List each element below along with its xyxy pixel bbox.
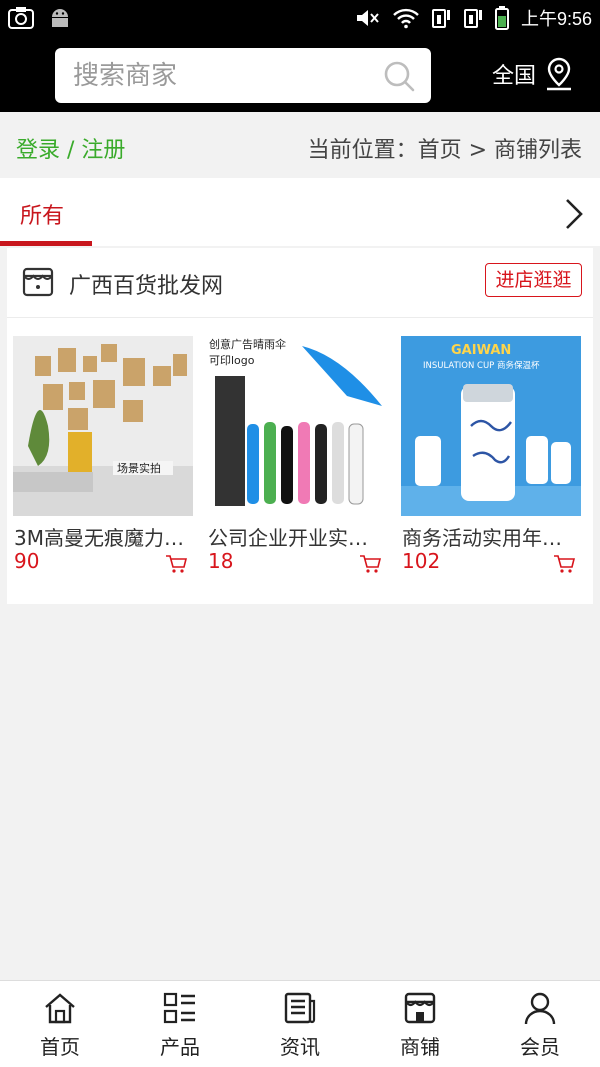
- app-header: 全国: [0, 36, 600, 112]
- svg-text:创意广告晴雨伞: 创意广告晴雨伞: [209, 337, 286, 351]
- breadcrumb: 当前位置：首页 > 商铺列表: [307, 138, 582, 163]
- nav-member[interactable]: 会员: [480, 981, 600, 1067]
- signal-icon-2: [463, 9, 482, 28]
- product-name[interactable]: 商务活动实用年会礼品: [402, 522, 580, 551]
- wifi-icon: [393, 8, 419, 29]
- product-list-icon: [163, 992, 195, 1024]
- store-icon: [22, 267, 54, 297]
- cart-icon[interactable]: [165, 554, 187, 574]
- svg-text:GAIWAN: GAIWAN: [451, 343, 511, 358]
- nav-stores[interactable]: 商铺: [360, 981, 480, 1067]
- product-image[interactable]: 场景实拍: [13, 336, 193, 516]
- active-tab-indicator: [0, 241, 92, 246]
- signal-icon: [431, 9, 450, 28]
- region-label: 全国: [492, 64, 537, 89]
- chevron-right-icon[interactable]: [562, 196, 586, 232]
- product-name[interactable]: 3M高曼无痕魔力挂钩: [14, 522, 192, 551]
- mute-icon: [356, 10, 379, 26]
- cart-icon[interactable]: [359, 554, 381, 574]
- product-card[interactable]: GAIWAN INSULATION CUP 商务保温杯 商务活动实用年会礼品 1…: [401, 336, 581, 576]
- product-price: 90: [14, 549, 40, 573]
- product-price: 102: [402, 549, 441, 573]
- search-box[interactable]: [55, 48, 431, 103]
- enter-shop-button[interactable]: 进店逛逛: [485, 263, 582, 297]
- svg-text:可印logo: 可印logo: [209, 354, 255, 367]
- category-tabs: 所有: [0, 178, 600, 246]
- clock: 上午9:56: [520, 9, 592, 29]
- shop-header: 广西百货批发网 进店逛逛: [7, 248, 593, 318]
- nav-news[interactable]: 资讯: [240, 981, 360, 1067]
- product-card[interactable]: 场景实拍 3M高曼无痕魔力挂钩 90: [13, 336, 193, 576]
- battery-icon: [494, 6, 509, 30]
- cart-icon[interactable]: [553, 554, 575, 574]
- nav-home-label: 首页: [40, 1035, 80, 1059]
- nav-news-label: 资讯: [280, 1035, 320, 1059]
- nav-products[interactable]: 产品: [120, 981, 240, 1067]
- bottom-nav: 首页 产品 资讯 商铺 会员: [0, 980, 600, 1067]
- product-grid: 场景实拍 3M高曼无痕魔力挂钩 90 创意广告晴雨伞 可印logo 公司企业开业…: [13, 336, 587, 576]
- search-icon[interactable]: [383, 60, 415, 92]
- nav-products-label: 产品: [160, 1035, 200, 1059]
- shop-name[interactable]: 广西百货批发网: [69, 268, 223, 300]
- store-icon: [404, 992, 436, 1024]
- tab-all-label: 所有: [20, 204, 65, 229]
- product-name[interactable]: 公司企业开业实用礼品: [208, 522, 386, 551]
- news-icon: [284, 992, 316, 1024]
- search-input[interactable]: [73, 48, 373, 103]
- location-pin-icon: [547, 57, 572, 91]
- svg-text:场景实拍: 场景实拍: [117, 461, 161, 475]
- camera-icon: [8, 7, 34, 29]
- product-card[interactable]: 创意广告晴雨伞 可印logo 公司企业开业实用礼品 18: [207, 336, 387, 576]
- nav-member-label: 会员: [520, 1035, 560, 1059]
- svg-text:INSULATION CUP 商务保温杯: INSULATION CUP 商务保温杯: [423, 360, 540, 371]
- shop-card: 广西百货批发网 进店逛逛 场景实拍 3M高曼无痕魔力挂钩 90 创意广告晴雨伞 …: [7, 248, 593, 604]
- nav-home[interactable]: 首页: [0, 981, 120, 1067]
- user-icon: [524, 992, 556, 1025]
- region-selector[interactable]: 全国: [492, 56, 574, 92]
- nav-stores-label: 商铺: [400, 1035, 440, 1059]
- tab-all[interactable]: 所有: [0, 178, 92, 246]
- home-icon: [45, 993, 75, 1024]
- product-image[interactable]: 创意广告晴雨伞 可印logo: [207, 336, 387, 516]
- login-register-link[interactable]: 登录 / 注册: [16, 132, 125, 164]
- breadcrumb-bar: 登录 / 注册 当前位置：首页 > 商铺列表: [0, 112, 600, 178]
- product-price: 18: [208, 549, 234, 573]
- product-image[interactable]: GAIWAN INSULATION CUP 商务保温杯: [401, 336, 581, 516]
- status-bar: 上午9:56: [0, 0, 600, 36]
- android-icon: [52, 9, 68, 27]
